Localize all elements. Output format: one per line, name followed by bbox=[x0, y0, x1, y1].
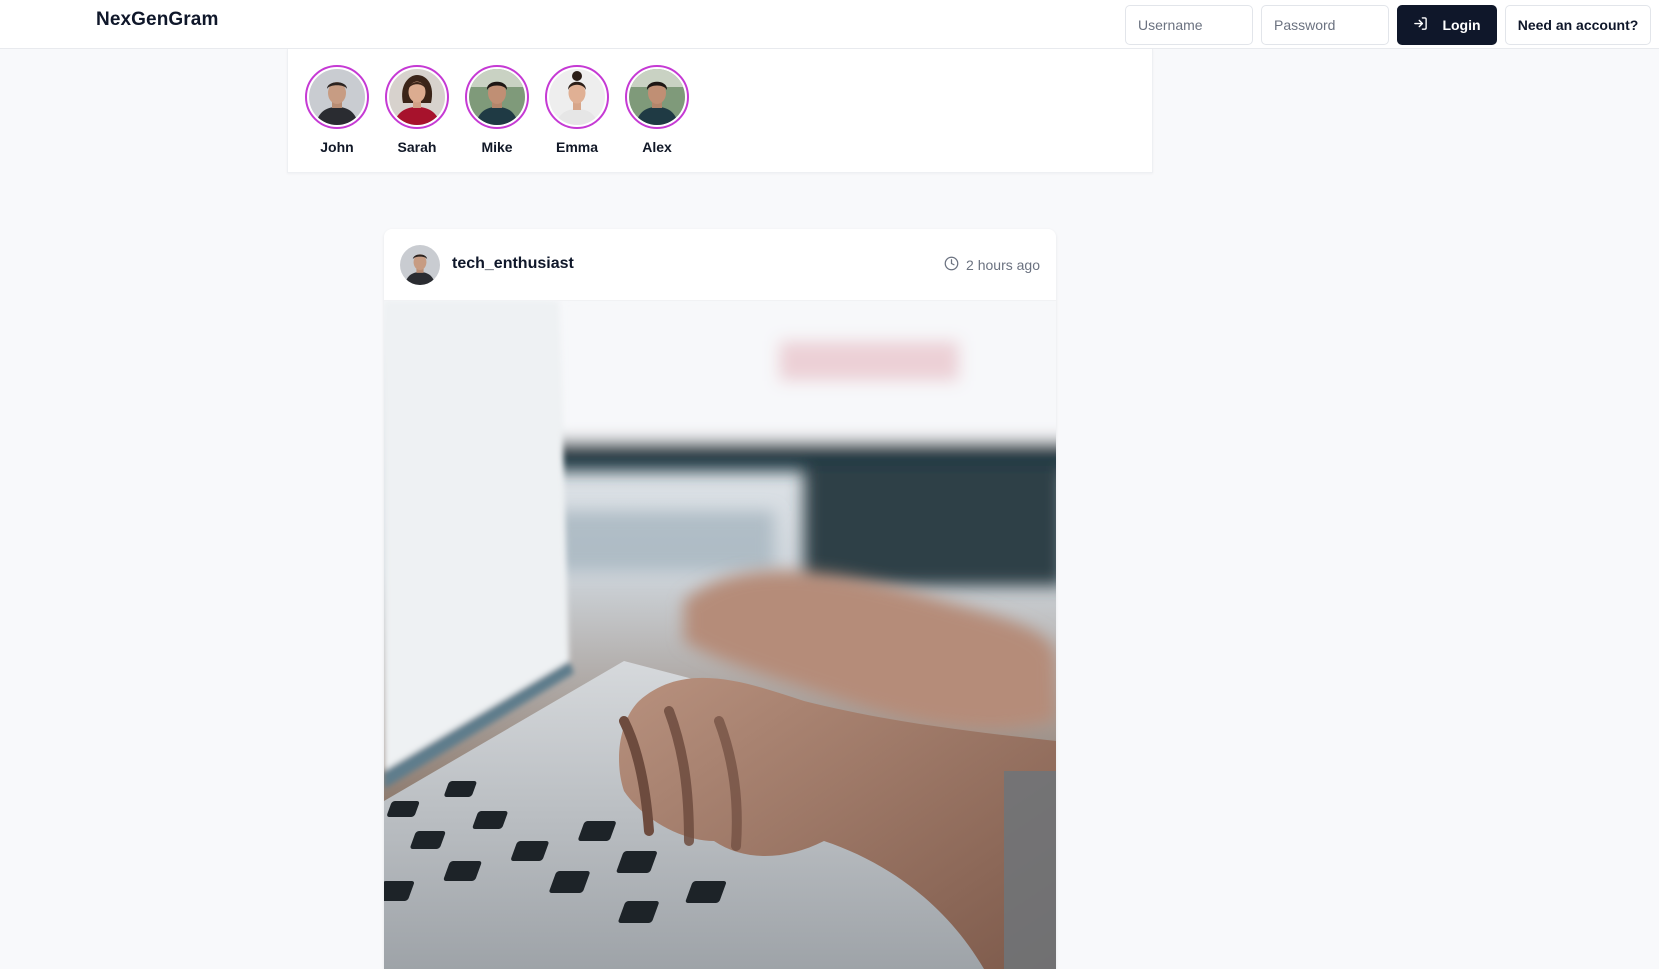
post-card: tech_enthusiast 2 hours ago bbox=[384, 229, 1056, 969]
stories-bar: John Sarah Mike Emma Alex bbox=[287, 49, 1153, 173]
login-icon bbox=[1413, 16, 1428, 34]
story-emma[interactable]: Emma bbox=[544, 65, 610, 155]
login-form: Login Need an account? bbox=[1125, 5, 1651, 45]
story-name: Sarah bbox=[397, 139, 437, 155]
avatar bbox=[625, 65, 689, 129]
password-input[interactable] bbox=[1261, 5, 1389, 45]
post-username[interactable]: tech_enthusiast bbox=[452, 255, 574, 273]
avatar-alex-icon bbox=[629, 69, 685, 125]
post-timestamp: 2 hours ago bbox=[944, 256, 1040, 274]
username-input[interactable] bbox=[1125, 5, 1253, 45]
need-account-button[interactable]: Need an account? bbox=[1505, 5, 1651, 45]
avatar bbox=[305, 65, 369, 129]
post-time-label: 2 hours ago bbox=[966, 257, 1040, 273]
avatar-icon bbox=[400, 245, 440, 285]
post-image[interactable] bbox=[384, 291, 1056, 969]
avatar bbox=[465, 65, 529, 129]
login-button[interactable]: Login bbox=[1397, 5, 1497, 45]
clock-icon bbox=[944, 256, 959, 274]
story-john[interactable]: John bbox=[304, 65, 370, 155]
story-sarah[interactable]: Sarah bbox=[384, 65, 450, 155]
avatar-john-icon bbox=[309, 69, 365, 125]
avatar-sarah-icon bbox=[389, 69, 445, 125]
avatar bbox=[545, 65, 609, 129]
laptop-typing-photo-icon bbox=[384, 291, 1056, 969]
avatar-emma-icon bbox=[549, 69, 605, 125]
avatar-mike-icon bbox=[469, 69, 525, 125]
post-header: tech_enthusiast 2 hours ago bbox=[384, 229, 1056, 301]
story-name: Emma bbox=[555, 139, 599, 155]
story-alex[interactable]: Alex bbox=[624, 65, 690, 155]
story-name: John bbox=[320, 139, 354, 155]
post-author-avatar[interactable] bbox=[400, 245, 440, 285]
story-mike[interactable]: Mike bbox=[464, 65, 530, 155]
app-logo[interactable]: NexGenGram bbox=[96, 9, 218, 31]
top-navbar: NexGenGram Login Need an account? bbox=[0, 0, 1659, 49]
story-name: Mike bbox=[481, 139, 513, 155]
avatar bbox=[385, 65, 449, 129]
story-name: Alex bbox=[642, 139, 672, 155]
login-button-label: Login bbox=[1442, 17, 1481, 33]
